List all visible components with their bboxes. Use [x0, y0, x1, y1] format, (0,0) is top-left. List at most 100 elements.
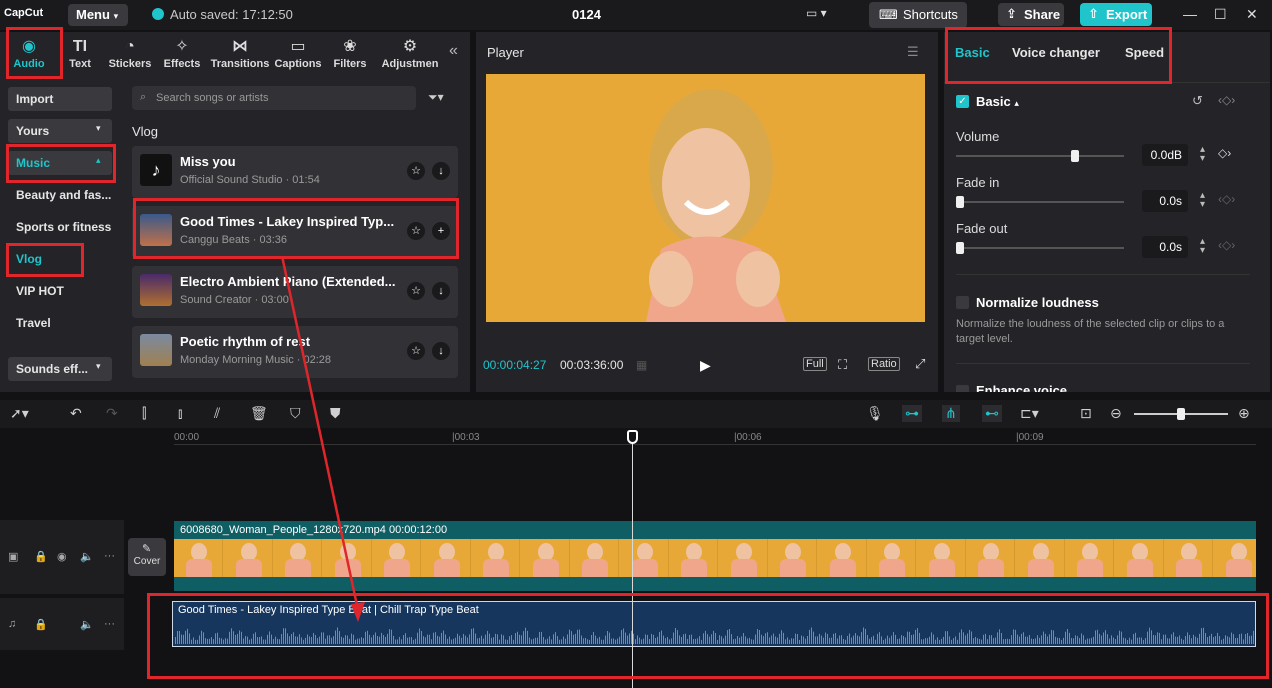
video-frame	[1213, 539, 1256, 577]
microphone-icon[interactable]: 🎙	[866, 405, 884, 422]
section-basic[interactable]: Basic ▴	[976, 94, 1019, 109]
tool-adjustment[interactable]: ⚙ Adjustmen	[379, 36, 441, 78]
stickers-icon: ◔	[125, 38, 135, 55]
category-beauty[interactable]: Beauty and fas...	[8, 183, 112, 207]
download-icon[interactable]: ↓	[432, 342, 450, 360]
crop-icon[interactable]: ⛶	[838, 357, 847, 373]
hamburger-icon[interactable]: ☰	[907, 44, 919, 60]
more-icon[interactable]: ···	[104, 618, 115, 630]
tool-captions[interactable]: ▭ Captions	[269, 36, 327, 78]
search-input[interactable]: ⌕ Search songs or artists	[132, 86, 416, 110]
song-item[interactable]: Electro Ambient Piano (Extended... Sound…	[132, 266, 458, 318]
volume-slider[interactable]	[956, 150, 1124, 162]
ruler-tick: 00:00	[174, 432, 200, 443]
keyframe-icon[interactable]: ‹◇›	[1218, 192, 1235, 206]
magnet-icon[interactable]: ⋔	[942, 405, 960, 422]
edit-icon: ✎	[142, 543, 152, 555]
split-right-icon[interactable]: ⫽	[214, 405, 220, 422]
checkbox-enhance[interactable]	[956, 385, 969, 392]
tool-label: Transitions	[210, 58, 270, 70]
speaker-icon[interactable]: 🔈	[80, 550, 94, 563]
tool-transitions[interactable]: ⋈ Transitions	[209, 36, 271, 78]
shortcuts-button[interactable]: ⌨ Shortcuts	[869, 2, 967, 28]
share-button[interactable]: ⇪ Share	[998, 3, 1064, 26]
keyframe-icon[interactable]: ‹◇›	[1218, 238, 1235, 252]
eye-icon[interactable]: ◉	[57, 550, 67, 563]
favorite-icon[interactable]: ☆	[407, 282, 425, 300]
video-frame	[174, 539, 223, 577]
category-sounds[interactable]: Sounds eff... ▾	[8, 357, 112, 381]
category-import[interactable]: Import	[8, 87, 112, 111]
full-button[interactable]: Full	[803, 357, 827, 371]
category-yours[interactable]: Yours ▾	[8, 119, 112, 143]
undo-icon[interactable]: ↶	[70, 405, 82, 422]
download-icon[interactable]: ↓	[432, 162, 450, 180]
fit-icon[interactable]: ⊡	[1080, 405, 1092, 422]
volume-value[interactable]: 0.0dB	[1142, 144, 1188, 166]
layout-icon[interactable]: ▭ ▾	[806, 6, 838, 24]
cover-button[interactable]: ✎ Cover	[128, 538, 166, 576]
more-icon[interactable]: ···	[104, 550, 115, 562]
video-clip[interactable]: 6008680_Woman_People_1280x720.mp4 00:00:…	[174, 521, 1256, 591]
link-main-track-icon[interactable]: ⊶	[902, 405, 922, 422]
enhance-voice-row[interactable]: Enhance voice	[944, 380, 1270, 392]
fade-in-slider[interactable]	[956, 196, 1124, 208]
speaker-icon[interactable]: 🔈	[80, 618, 94, 631]
menu-button[interactable]: Menu ▾	[68, 4, 128, 26]
stepper-icon[interactable]: ▴ ▾	[1200, 191, 1205, 210]
select-cursor-icon[interactable]: ➚▾	[10, 405, 29, 422]
tool-effects[interactable]: ✧ Effects	[153, 36, 211, 78]
category-travel[interactable]: Travel	[8, 311, 112, 335]
category-sports[interactable]: Sports or fitness	[8, 215, 112, 239]
fullscreen-icon[interactable]: ⤢	[915, 356, 925, 372]
zoom-slider[interactable]	[1134, 408, 1228, 420]
ratio-button[interactable]: Ratio	[868, 357, 900, 371]
zoom-in-icon[interactable]: ⊕	[1238, 405, 1250, 422]
play-icon[interactable]: ▶	[700, 357, 711, 374]
export-button[interactable]: ⇧ Export	[1080, 3, 1152, 26]
delete-icon[interactable]: 🗑	[250, 405, 268, 422]
tool-stickers[interactable]: ◔ Stickers	[101, 36, 159, 78]
highlight-box	[6, 27, 63, 79]
filter-icon[interactable]: ⏷▾	[428, 90, 444, 105]
shield-icon[interactable]: ⛊	[330, 405, 341, 422]
maximize-icon[interactable]: ☐	[1214, 6, 1227, 23]
favorite-icon[interactable]: ☆	[407, 162, 425, 180]
keyframe-icon[interactable]: ◇›	[1218, 146, 1231, 160]
stepper-icon[interactable]: ▴ ▾	[1200, 145, 1205, 164]
redo-icon[interactable]: ↷	[106, 405, 118, 422]
zoom-slider-knob[interactable]	[1177, 408, 1185, 420]
minimize-icon[interactable]: —	[1183, 6, 1197, 22]
fade-in-knob[interactable]	[956, 196, 964, 208]
checkbox-basic[interactable]: ✓	[956, 95, 969, 108]
category-vip[interactable]: VIP HOT	[8, 279, 112, 303]
tool-label: Stickers	[108, 58, 152, 70]
stepper-icon[interactable]: ▴ ▾	[1200, 237, 1205, 256]
keyframe-icon[interactable]: ‹◇›	[1218, 93, 1235, 107]
fade-out-knob[interactable]	[956, 242, 964, 254]
split-icon[interactable]: ⫿	[142, 405, 146, 422]
zoom-out-icon[interactable]: ⊖	[1110, 405, 1122, 422]
lock-icon[interactable]: 🔒	[34, 618, 48, 631]
grid-icon[interactable]: ▦	[636, 358, 647, 372]
collapse-icon[interactable]: «	[449, 42, 458, 60]
fade-in-value[interactable]: 0.0s	[1142, 190, 1188, 212]
split-left-icon[interactable]: ⫾	[178, 405, 182, 422]
reset-icon[interactable]: ↺	[1192, 93, 1203, 109]
volume-slider-knob[interactable]	[1071, 150, 1079, 162]
link-icon[interactable]: ⊷	[982, 405, 1002, 422]
tool-filters[interactable]: ❀ Filters	[321, 36, 379, 78]
preview-axis-icon[interactable]: ⊏▾	[1020, 405, 1039, 422]
favorite-icon[interactable]: ☆	[407, 342, 425, 360]
fade-out-slider[interactable]	[956, 242, 1124, 254]
lock-icon[interactable]: 🔒	[34, 550, 48, 563]
fade-out-value[interactable]: 0.0s	[1142, 236, 1188, 258]
video-preview[interactable]	[486, 74, 925, 322]
song-item[interactable]: ♪ Miss you Official Sound Studio · 01:54…	[132, 146, 458, 198]
download-icon[interactable]: ↓	[432, 282, 450, 300]
close-icon[interactable]: ✕	[1246, 6, 1258, 23]
checkbox-normalize[interactable]	[956, 296, 969, 309]
mark-icon[interactable]: ⛉	[290, 405, 301, 422]
playhead-handle[interactable]	[627, 430, 638, 444]
song-item[interactable]: Poetic rhythm of rest Monday Morning Mus…	[132, 326, 458, 378]
